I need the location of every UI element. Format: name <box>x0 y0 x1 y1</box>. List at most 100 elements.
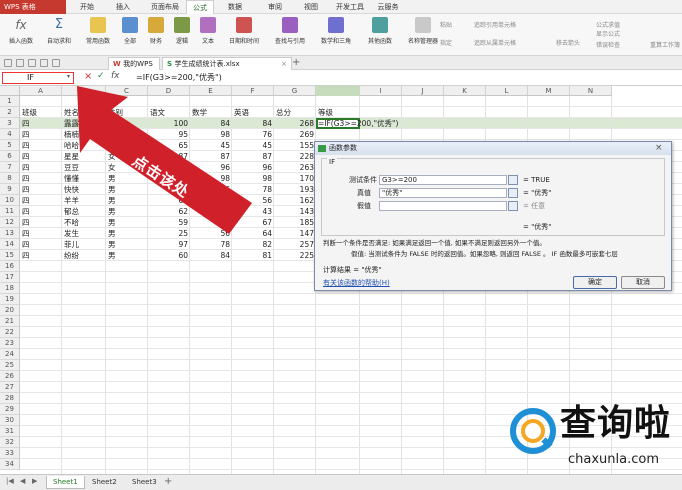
row-header[interactable]: 5 <box>0 140 20 151</box>
row-header[interactable]: 34 <box>0 459 20 470</box>
table-cell[interactable]: 男 <box>108 184 146 195</box>
tab-workbook[interactable]: S 学生成绩统计表.xlsx × <box>162 57 292 70</box>
table-cell[interactable]: 268 <box>276 118 314 129</box>
row-header[interactable]: 13 <box>0 228 20 239</box>
table-cell[interactable]: 楠楠 <box>64 129 104 140</box>
table-cell[interactable]: 四 <box>22 173 60 184</box>
error-check-button[interactable]: 错误检查 <box>596 40 620 49</box>
table-cell[interactable]: 78 <box>234 184 272 195</box>
row-header[interactable]: 24 <box>0 349 20 360</box>
trace-dependents-button[interactable]: 追踪从属单元格 <box>474 38 516 47</box>
tab-insert[interactable]: 插入 <box>110 0 136 14</box>
show-formulas-button[interactable]: 显示公式 <box>596 29 620 38</box>
tab-formula[interactable]: 公式 <box>186 0 214 14</box>
row-header[interactable]: 15 <box>0 250 20 261</box>
table-cell[interactable]: 四 <box>22 118 60 129</box>
insert-function-button[interactable]: fx 插入函数 <box>4 17 38 53</box>
table-cell[interactable]: 257 <box>276 239 314 250</box>
table-cell[interactable]: 不哈 <box>64 217 104 228</box>
undo-icon[interactable] <box>40 59 48 67</box>
text-button[interactable]: 文本 <box>196 17 220 53</box>
table-cell[interactable]: 193 <box>276 184 314 195</box>
table-cell[interactable]: 女 <box>108 118 146 129</box>
table-cell[interactable]: 98 <box>192 129 230 140</box>
table-cell[interactable]: 84 <box>192 118 230 129</box>
table-cell[interactable]: 269 <box>276 129 314 140</box>
test-condition-input[interactable]: G3>=200 <box>379 175 507 185</box>
table-cell[interactable]: 四 <box>22 217 60 228</box>
table-cell[interactable]: 懂懂 <box>64 173 104 184</box>
close-tab-icon[interactable]: × <box>281 58 287 70</box>
column-header[interactable]: L <box>486 86 528 96</box>
table-cell[interactable]: 45 <box>192 140 230 151</box>
fx-icon[interactable]: fx <box>111 71 120 81</box>
table-cell[interactable]: 豆豆 <box>64 162 104 173</box>
range-picker-icon[interactable] <box>508 188 518 198</box>
column-header[interactable]: F <box>232 86 274 96</box>
tab-view[interactable]: 视图 <box>298 0 324 14</box>
table-cell[interactable]: 87 <box>234 151 272 162</box>
table-cell[interactable]: 82 <box>234 239 272 250</box>
header-cell[interactable]: 英语 <box>234 107 272 118</box>
table-cell[interactable]: 快快 <box>64 184 104 195</box>
new-tab-icon[interactable]: + <box>292 56 300 69</box>
row-header[interactable]: 10 <box>0 195 20 206</box>
tab-data[interactable]: 数据 <box>222 0 248 14</box>
header-cell[interactable]: 数学 <box>192 107 230 118</box>
table-cell[interactable]: 96 <box>192 162 230 173</box>
row-header[interactable]: 21 <box>0 316 20 327</box>
date-time-button[interactable]: 日期和时间 <box>222 17 266 53</box>
range-picker-icon[interactable] <box>508 201 518 211</box>
table-cell[interactable]: 67 <box>234 217 272 228</box>
table-cell[interactable]: 四 <box>22 206 60 217</box>
redo-icon[interactable] <box>52 59 60 67</box>
row-header[interactable]: 23 <box>0 338 20 349</box>
column-header[interactable]: B <box>62 86 106 96</box>
cancel-formula-icon[interactable]: × <box>84 71 92 82</box>
chevron-down-icon[interactable]: ▾ <box>67 73 70 80</box>
add-sheet-icon[interactable]: + <box>164 476 172 487</box>
column-header[interactable]: N <box>570 86 612 96</box>
close-icon[interactable]: × <box>655 142 663 155</box>
sheet-tab-1[interactable]: Sheet1 <box>46 476 85 489</box>
row-header[interactable]: 30 <box>0 415 20 426</box>
ok-button[interactable]: 确定 <box>573 276 617 289</box>
table-cell[interactable]: 263 <box>276 162 314 173</box>
table-cell[interactable]: 男 <box>108 206 146 217</box>
table-cell[interactable]: 四 <box>22 129 60 140</box>
table-cell[interactable]: 228 <box>276 151 314 162</box>
help-link[interactable]: 有关该函数的帮助(H) <box>323 278 390 288</box>
row-header[interactable]: 32 <box>0 437 20 448</box>
table-cell[interactable]: 四 <box>22 195 60 206</box>
header-cell[interactable]: 性别 <box>108 107 146 118</box>
common-functions-button[interactable]: 常用函数 <box>80 17 116 53</box>
table-cell[interactable]: 162 <box>276 195 314 206</box>
name-manager-button[interactable]: 名称管理器 <box>408 17 438 53</box>
column-header[interactable]: J <box>402 86 444 96</box>
tab-cloud[interactable]: 云服务 <box>374 0 402 14</box>
table-cell[interactable]: 76 <box>234 129 272 140</box>
table-cell[interactable]: 男 <box>108 250 146 261</box>
save-icon[interactable] <box>4 59 12 67</box>
column-header[interactable]: G <box>274 86 316 96</box>
math-trig-button[interactable]: 数学和三角 <box>314 17 358 53</box>
row-header[interactable]: 33 <box>0 448 20 459</box>
row-header[interactable]: 22 <box>0 327 20 338</box>
range-picker-icon[interactable] <box>508 175 518 185</box>
lookup-reference-button[interactable]: 查找与引用 <box>268 17 312 53</box>
header-cell[interactable]: 语文 <box>150 107 188 118</box>
row-header[interactable]: 25 <box>0 360 20 371</box>
row-header[interactable]: 20 <box>0 305 20 316</box>
table-cell[interactable]: 哈哈 <box>64 140 104 151</box>
table-cell[interactable]: 81 <box>234 250 272 261</box>
row-header[interactable]: 11 <box>0 206 20 217</box>
tab-my-wps[interactable]: W 我的WPS <box>108 57 160 70</box>
table-cell[interactable]: 星星 <box>64 151 104 162</box>
table-cell[interactable]: 64 <box>234 228 272 239</box>
row-header[interactable]: 9 <box>0 184 20 195</box>
row-header[interactable]: 12 <box>0 217 20 228</box>
table-cell[interactable]: 56 <box>192 184 230 195</box>
table-cell[interactable]: 男 <box>108 195 146 206</box>
table-cell[interactable]: 97 <box>150 239 188 250</box>
column-header[interactable]: D <box>148 86 190 96</box>
